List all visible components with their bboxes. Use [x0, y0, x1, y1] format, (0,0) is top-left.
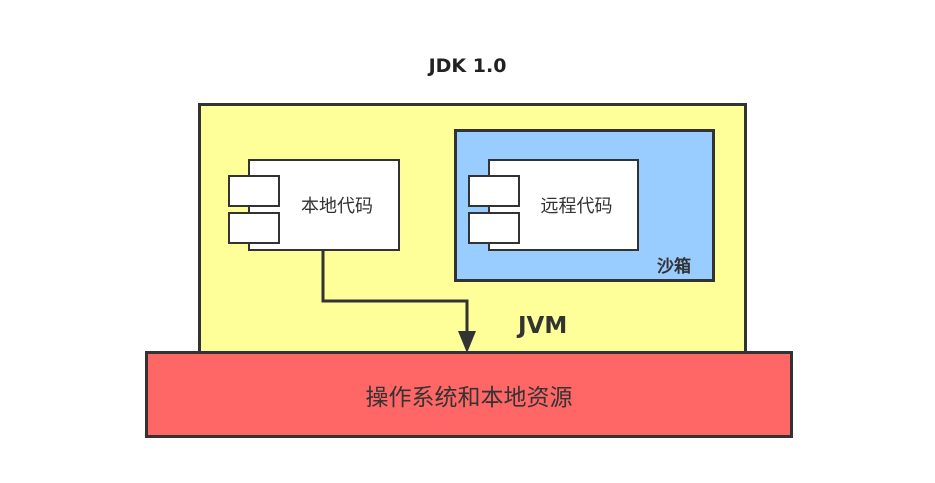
connector-line — [321, 251, 469, 333]
arrow-head — [458, 331, 476, 353]
connector-arrow — [321, 251, 476, 353]
